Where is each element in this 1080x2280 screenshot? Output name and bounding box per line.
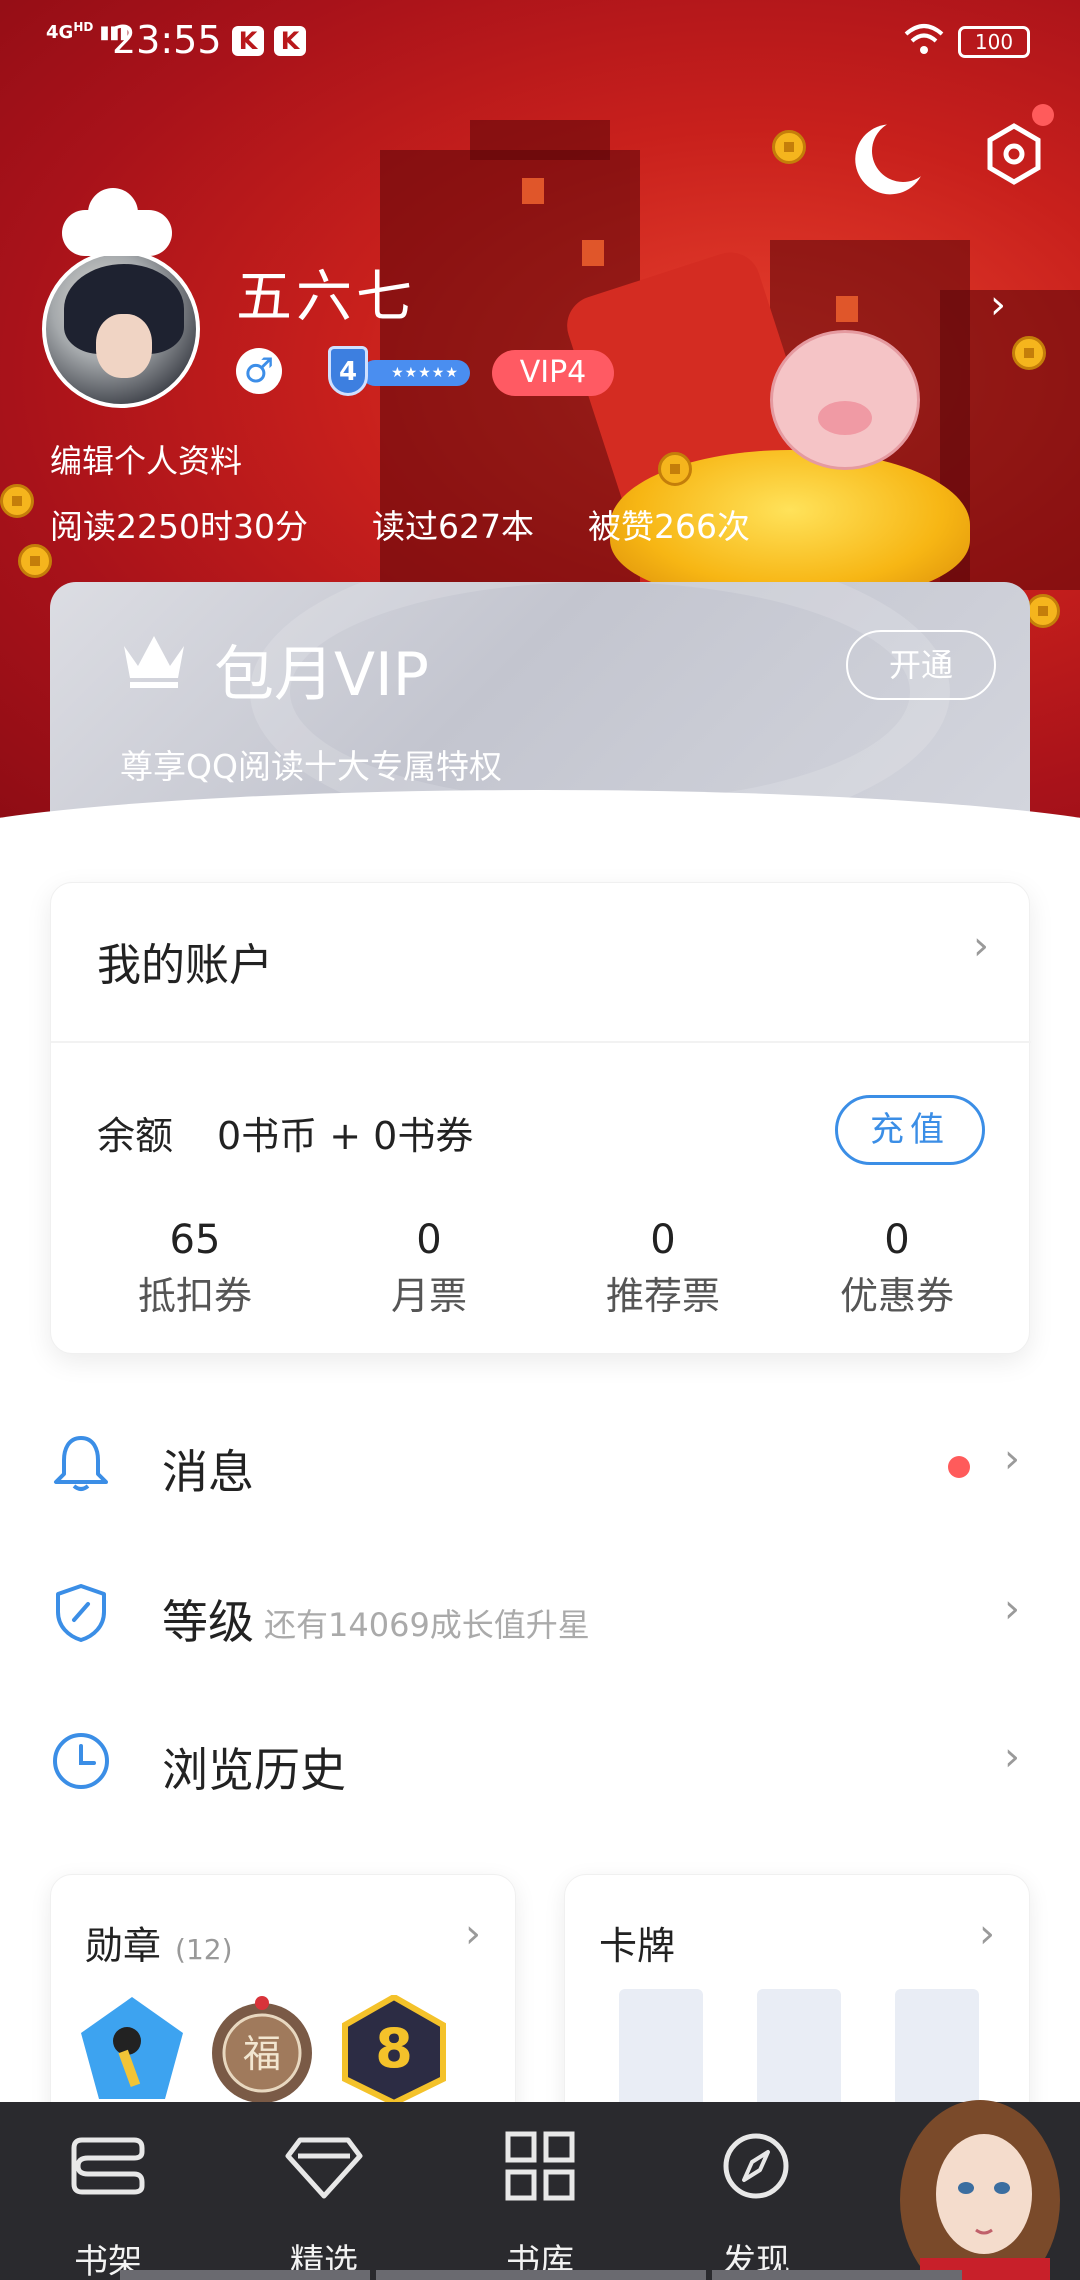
books-read-count: 读过627本 bbox=[372, 507, 534, 546]
balance-value: 0书币 + 0书券 bbox=[217, 1114, 474, 1158]
status-bar: 4GHD ▮▮▮ 23:55 K K 100 bbox=[0, 0, 1080, 80]
bookshelf-icon bbox=[71, 2137, 145, 2195]
chevron-right-icon: › bbox=[1004, 1734, 1020, 1780]
wifi-icon bbox=[904, 22, 944, 65]
vip-card-title: 包月VIP bbox=[214, 640, 429, 710]
ticket-item-coupon[interactable]: 0 优惠券 bbox=[807, 1217, 987, 1320]
messages-label: 消息 bbox=[162, 1445, 254, 1499]
coin-decoration bbox=[772, 130, 806, 164]
ticket-value: 0 bbox=[416, 1217, 442, 1263]
clock-icon bbox=[53, 1733, 109, 1789]
menu-row-history[interactable]: 浏览历史 › bbox=[0, 1704, 1080, 1824]
level-badge[interactable]: ★★★★★ 4 bbox=[310, 346, 474, 396]
svg-text:福: 福 bbox=[243, 2032, 281, 2076]
battery-icon: 100 bbox=[958, 26, 1030, 58]
ticket-label: 优惠券 bbox=[839, 1274, 954, 1318]
chevron-right-icon: › bbox=[465, 1911, 481, 1957]
window-light bbox=[522, 178, 544, 204]
floating-character-assistant[interactable] bbox=[880, 2090, 1080, 2280]
app-notification-icon: K bbox=[274, 26, 306, 56]
balance-label: 余额 bbox=[97, 1114, 174, 1158]
profile-page: 4GHD ▮▮▮ 23:55 K K 100 五六七 ♂ ★★★★★ 4 VIP… bbox=[0, 0, 1080, 2280]
ticket-label: 推荐票 bbox=[605, 1274, 720, 1318]
tab-discover[interactable]: 发现 bbox=[676, 2126, 836, 2280]
medals-title: 勋章 (12) bbox=[85, 1924, 233, 1968]
ticket-label: 抵扣券 bbox=[137, 1274, 252, 1318]
window-light bbox=[582, 240, 604, 266]
recharge-button[interactable]: 充值 bbox=[835, 1095, 985, 1165]
chevron-right-icon: › bbox=[1004, 1436, 1020, 1482]
account-chevron-right-icon[interactable]: › bbox=[973, 923, 989, 969]
ticket-item-recommend[interactable]: 0 推荐票 bbox=[573, 1217, 753, 1320]
account-title[interactable]: 我的账户 bbox=[97, 929, 273, 993]
avatar[interactable] bbox=[42, 250, 200, 408]
history-label: 浏览历史 bbox=[162, 1743, 346, 1797]
system-nav-indicator bbox=[376, 2270, 706, 2280]
account-card: 我的账户 › 余额 0书币 + 0书券 充值 65 抵扣券 0 月票 0 推荐票… bbox=[50, 882, 1031, 1354]
shield-icon bbox=[56, 1584, 106, 1642]
ticket-value: 65 bbox=[169, 1217, 221, 1263]
coin-decoration bbox=[658, 452, 692, 486]
level-stars: ★★★★★ bbox=[362, 360, 470, 386]
level-shield-icon: 4 bbox=[328, 346, 368, 396]
ticket-value: 0 bbox=[884, 1217, 910, 1263]
coin-decoration bbox=[1026, 594, 1060, 628]
medals-count: (12) bbox=[175, 1933, 233, 1966]
system-nav-indicator bbox=[120, 2270, 370, 2280]
coin-decoration bbox=[1012, 336, 1046, 370]
unread-dot bbox=[948, 1456, 970, 1478]
tab-featured[interactable]: 精选 bbox=[244, 2126, 404, 2280]
ticket-item-monthly[interactable]: 0 月票 bbox=[339, 1217, 519, 1320]
svg-text:8: 8 bbox=[375, 2017, 413, 2080]
fu-medal-icon[interactable]: 福 bbox=[207, 1995, 317, 2105]
roof-decoration bbox=[470, 120, 610, 160]
vip-level-badge[interactable]: VIP4 bbox=[492, 350, 614, 396]
settings-notification-dot bbox=[1032, 104, 1054, 126]
grid-icon bbox=[505, 2131, 575, 2201]
username[interactable]: 五六七 bbox=[236, 252, 416, 333]
open-vip-button[interactable]: 开通 bbox=[846, 630, 996, 700]
cards-title: 卡牌 bbox=[599, 1924, 676, 1968]
settings-icon[interactable] bbox=[982, 122, 1046, 186]
avatar-cloud-frame bbox=[62, 188, 172, 256]
compass-icon bbox=[723, 2133, 789, 2199]
diamond-icon bbox=[285, 2137, 363, 2199]
microphone-medal-icon[interactable] bbox=[77, 1995, 187, 2105]
window-light bbox=[836, 296, 858, 322]
menu-row-messages[interactable]: 消息 › bbox=[0, 1406, 1080, 1526]
level-hint: 还有14069成长值升星 bbox=[264, 1606, 590, 1644]
coin-decoration bbox=[18, 544, 52, 578]
level-label: 等级 bbox=[162, 1595, 254, 1649]
vip-card-description: 尊享QQ阅读十大专属特权 bbox=[120, 747, 502, 786]
coin-decoration bbox=[0, 484, 34, 518]
ticket-label: 月票 bbox=[390, 1274, 467, 1318]
likes-count: 被赞266次 bbox=[588, 507, 750, 546]
chevron-right-icon: › bbox=[1004, 1586, 1020, 1632]
system-nav-indicator bbox=[712, 2270, 962, 2280]
menu-row-level[interactable]: 等级 还有14069成长值升星 › bbox=[0, 1556, 1080, 1676]
ticket-item-deduction[interactable]: 65 抵扣券 bbox=[105, 1217, 285, 1320]
clock: 23:55 bbox=[112, 18, 222, 62]
eight-medal-icon[interactable]: 8 bbox=[339, 1995, 449, 2105]
reading-time: 阅读2250时30分 bbox=[50, 507, 308, 546]
pig-mascot bbox=[770, 330, 920, 470]
tab-library[interactable]: 书库 bbox=[460, 2126, 620, 2280]
chevron-right-icon: › bbox=[979, 1911, 995, 1957]
ticket-value: 0 bbox=[650, 1217, 676, 1263]
tab-bookshelf[interactable]: 书架 bbox=[28, 2126, 188, 2280]
app-notification-icon: K bbox=[232, 26, 264, 56]
bell-icon bbox=[54, 1436, 108, 1491]
male-gender-icon: ♂ bbox=[236, 348, 282, 394]
divider bbox=[51, 1041, 1031, 1043]
edit-profile-link[interactable]: 编辑个人资料 bbox=[50, 436, 242, 482]
crown-icon bbox=[124, 636, 184, 688]
profile-chevron-right-icon[interactable]: › bbox=[990, 282, 1006, 328]
monthly-vip-card[interactable]: 包月VIP 尊享QQ阅读十大专属特权 开通 bbox=[50, 582, 1030, 812]
